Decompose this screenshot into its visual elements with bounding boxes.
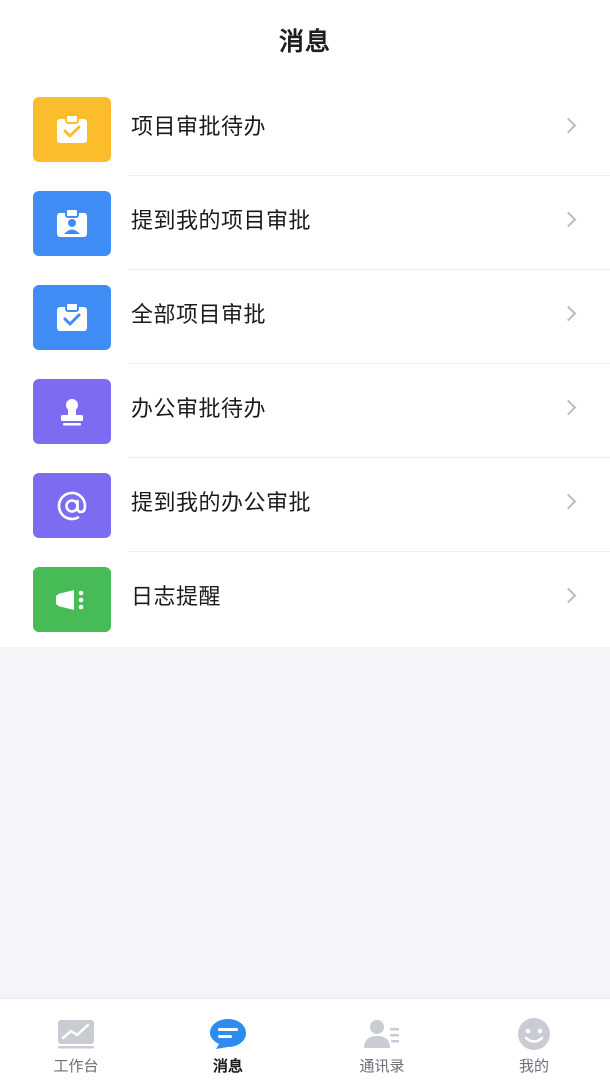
stamp-icon [33, 379, 111, 444]
list-item-log-reminder[interactable]: 日志提醒 [0, 552, 610, 646]
profile-icon [514, 1017, 554, 1051]
tab-messages[interactable]: 消息 [152, 999, 304, 1086]
log-reminder-icon [33, 567, 111, 632]
chevron-right-icon [560, 587, 577, 604]
message-icon [208, 1017, 248, 1051]
message-list: 项目审批待办 提到我的项目审批 全部项目审批 办公审批待办 提到我的办公审批 日… [0, 82, 610, 647]
chevron-right-icon [560, 117, 577, 134]
list-item-project-approval-todo[interactable]: 项目审批待办 [0, 82, 610, 176]
tab-label: 通讯录 [359, 1057, 405, 1075]
clipboard-check-icon [33, 97, 111, 162]
tab-label: 消息 [212, 1057, 243, 1075]
chart-icon [56, 1017, 96, 1051]
clipboard-person-icon [33, 191, 111, 256]
list-item-label: 项目审批待办 [131, 115, 267, 140]
chevron-right-icon [560, 211, 577, 228]
tab-workbench[interactable]: 工作台 [0, 999, 152, 1086]
chevron-right-icon [560, 493, 577, 510]
page-title: 消息 [278, 26, 331, 56]
chevron-right-icon [560, 399, 577, 416]
bottom-tab-bar: 工作台 消息 通讯录 我的 [0, 998, 610, 1086]
list-item-label: 提到我的办公审批 [131, 491, 312, 516]
list-item-all-project-approval[interactable]: 全部项目审批 [0, 270, 610, 364]
top-bar: 消息 [0, 0, 610, 82]
list-item-mentioned-project-approval[interactable]: 提到我的项目审批 [0, 176, 610, 270]
tab-label: 我的 [518, 1057, 549, 1075]
tab-contacts[interactable]: 通讯录 [306, 999, 458, 1086]
list-item-label: 日志提醒 [131, 585, 222, 610]
list-item-mentioned-office-approval[interactable]: 提到我的办公审批 [0, 458, 610, 552]
clipboard-check-icon [33, 285, 111, 350]
list-item-label: 全部项目审批 [131, 303, 267, 328]
at-icon [33, 473, 111, 538]
list-item-label: 提到我的项目审批 [131, 209, 312, 234]
contacts-icon [362, 1017, 402, 1051]
chevron-right-icon [560, 305, 577, 322]
list-item-label: 办公审批待办 [131, 397, 267, 422]
list-item-office-approval-todo[interactable]: 办公审批待办 [0, 364, 610, 458]
tab-label: 工作台 [53, 1057, 99, 1075]
tab-profile[interactable]: 我的 [458, 999, 610, 1086]
